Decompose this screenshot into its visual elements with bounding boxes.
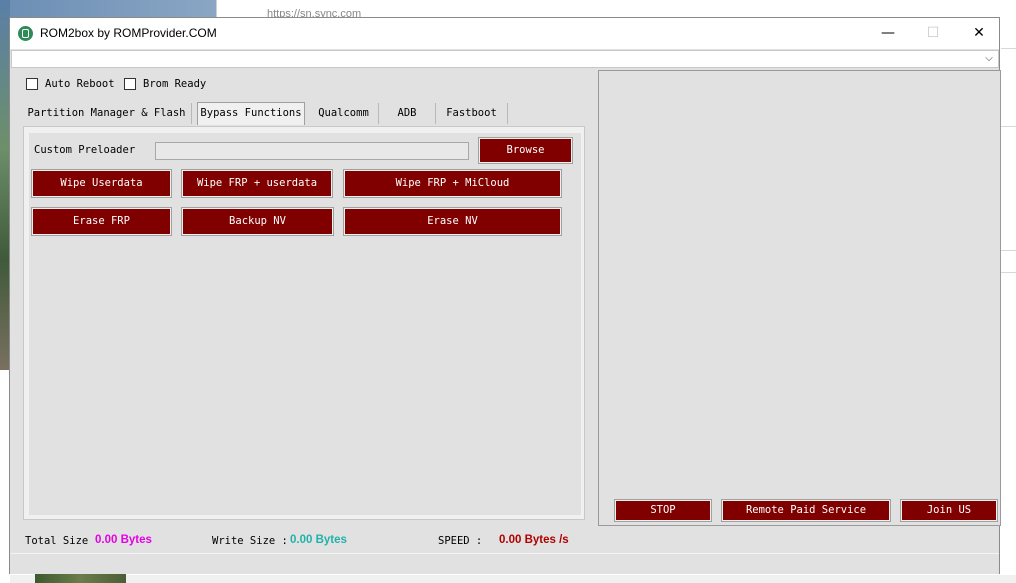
speed-label: SPEED : xyxy=(438,535,483,547)
erase-frp-button[interactable]: Erase FRP xyxy=(31,207,172,236)
join-us-button[interactable]: Join US xyxy=(900,499,998,522)
wipe-frp-micloud-button[interactable]: Wipe FRP + MiCloud xyxy=(343,169,562,198)
wipe-frp-userdata-button[interactable]: Wipe FRP + userdata xyxy=(181,169,333,198)
auto-reboot-label: Auto Reboot xyxy=(45,78,115,90)
background-browser: https://sn.sync.com xyxy=(216,0,1016,20)
tab-adb[interactable]: ADB xyxy=(379,103,436,124)
app-icon xyxy=(18,26,33,41)
custom-preloader-label: Custom Preloader xyxy=(34,144,136,156)
backup-nv-button[interactable]: Backup NV xyxy=(181,207,334,236)
browse-button[interactable]: Browse xyxy=(478,137,573,164)
background-bottom xyxy=(10,575,1016,583)
auto-reboot-checkbox-box[interactable] xyxy=(26,78,38,90)
remote-paid-service-button[interactable]: Remote Paid Service xyxy=(721,499,891,522)
custom-preloader-input[interactable] xyxy=(155,142,469,160)
write-size-label: Write Size : xyxy=(212,535,288,547)
erase-nv-button[interactable]: Erase NV xyxy=(343,207,562,236)
brom-ready-checkbox-box[interactable] xyxy=(124,78,136,90)
background-window-edge xyxy=(10,0,216,18)
log-output-panel[interactable] xyxy=(598,70,1001,526)
stop-button[interactable]: STOP xyxy=(614,499,712,522)
title-bar[interactable]: ROM2box by ROMProvider.COM — ☐ ✕ xyxy=(10,18,999,49)
brom-ready-label: Brom Ready xyxy=(143,78,207,90)
tab-fastboot[interactable]: Fastboot xyxy=(436,103,508,124)
rom2box-window: ROM2box by ROMProvider.COM — ☐ ✕ ⌵ Auto … xyxy=(9,17,1001,574)
total-size-label: Total Size xyxy=(25,535,89,547)
maximize-button[interactable]: ☐ xyxy=(910,18,956,49)
total-size-value: 0.00 Bytes xyxy=(95,534,152,546)
write-size-value: 0.00 Bytes xyxy=(290,534,347,546)
tab-bypass-functions[interactable]: Bypass Functions xyxy=(197,102,305,125)
tab-qualcomm[interactable]: Qualcomm xyxy=(309,103,379,124)
wipe-userdata-button[interactable]: Wipe Userdata xyxy=(31,169,172,198)
chevron-down-icon[interactable]: ⌵ xyxy=(980,51,998,67)
close-button[interactable]: ✕ xyxy=(956,18,1002,49)
window-title: ROM2box by ROMProvider.COM xyxy=(40,26,217,40)
background-window-right xyxy=(1001,18,1016,583)
bottom-strip xyxy=(10,553,999,574)
device-port-dropdown[interactable]: ⌵ xyxy=(11,50,999,68)
speed-value: 0.00 Bytes /s xyxy=(499,534,569,546)
minimize-button[interactable]: — xyxy=(865,18,911,49)
tab-partition-manager[interactable]: Partition Manager & Flash xyxy=(22,103,192,124)
